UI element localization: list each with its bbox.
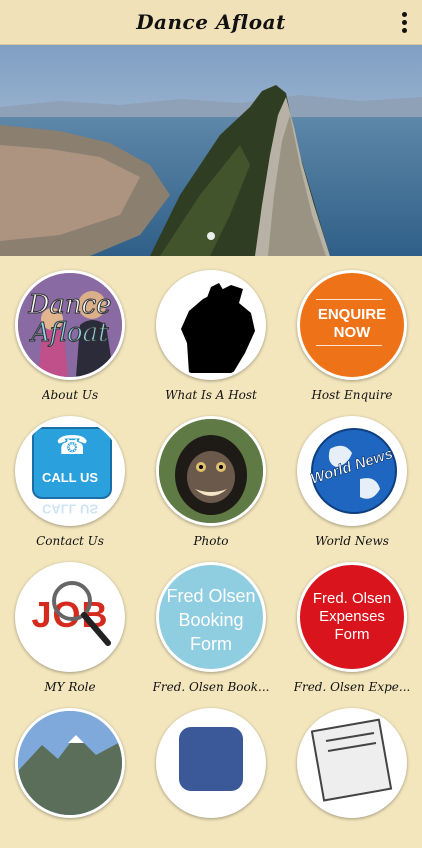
about-us-logo-line2: Afloat	[31, 318, 109, 348]
expenses-line1: Fred. Olsen	[312, 590, 392, 607]
about-us-image: Dance Afloat	[15, 270, 125, 380]
facebook-icon	[156, 708, 266, 818]
tile-fred-olsen-expenses[interactable]: Fred. Olsen Expenses Form Fred. Olsen Ex…	[282, 562, 422, 702]
tile-label: Host Enquire	[311, 388, 393, 402]
call-us-reflection: CALL US	[41, 501, 99, 517]
booking-line3: Form	[190, 634, 232, 654]
tile-what-is-a-host[interactable]: What Is A Host	[141, 270, 281, 410]
tile-about-us[interactable]: Dance Afloat About Us	[0, 270, 140, 410]
expenses-line2: Expenses	[319, 608, 385, 625]
tile-label: World News	[315, 534, 389, 548]
expenses-form-badge: Fred. Olsen Expenses Form	[297, 562, 407, 672]
tile-label: Fred. Olsen Book...	[152, 680, 270, 694]
tile-fred-olsen-booking[interactable]: Fred Olsen Booking Form Fred. Olsen Book…	[141, 562, 281, 702]
mountain-photo	[15, 708, 125, 818]
top-app-bar: Dance Afloat	[0, 0, 422, 45]
booking-line2: Booking	[178, 610, 244, 630]
hero-image-rock-of-gibraltar[interactable]	[0, 45, 422, 256]
call-us-text: CALL US	[41, 470, 99, 485]
newspaper-icon	[297, 708, 407, 818]
tile-my-role[interactable]: JOB MY Role	[0, 562, 140, 702]
enquire-now-badge: ENQUIRE NOW	[297, 270, 407, 380]
expenses-line3: Form	[334, 626, 370, 643]
about-us-logo-line1: Dance	[28, 290, 112, 320]
job-magnifier-icon: JOB	[15, 562, 125, 672]
app-title: Dance Afloat	[136, 10, 286, 34]
world-news-globe-icon: World News	[297, 416, 407, 526]
tile-label: Contact Us	[36, 534, 104, 548]
enquire-line2: NOW	[333, 324, 371, 341]
tile-contact-us[interactable]: ☎ CALL US CALL US Contact Us	[0, 416, 140, 556]
overflow-menu-icon[interactable]	[396, 10, 412, 34]
enquire-line1: ENQUIRE	[317, 306, 387, 323]
dancers-silhouette-icon	[156, 270, 266, 380]
booking-line1: Fred Olsen	[166, 586, 256, 606]
tile-mountains[interactable]	[0, 708, 140, 848]
tile-world-news[interactable]: World News World News	[282, 416, 422, 556]
carousel-dot[interactable]	[207, 232, 215, 240]
monkey-photo	[156, 416, 266, 526]
booking-form-badge: Fred Olsen Booking Form	[156, 562, 266, 672]
tile-host-enquire[interactable]: ENQUIRE NOW Host Enquire	[282, 270, 422, 410]
tile-label: Photo	[193, 534, 229, 548]
phone-icon: ☎	[56, 431, 89, 461]
call-us-icon: ☎ CALL US CALL US	[15, 416, 125, 526]
tile-newspaper[interactable]	[282, 708, 422, 848]
tile-label: About Us	[41, 388, 99, 402]
tile-label: What Is A Host	[165, 388, 257, 402]
tile-label: MY Role	[44, 680, 96, 694]
tile-label: Fred. Olsen Expe...	[293, 680, 411, 694]
tile-facebook[interactable]	[141, 708, 281, 848]
tile-photo[interactable]: Photo	[141, 416, 281, 556]
